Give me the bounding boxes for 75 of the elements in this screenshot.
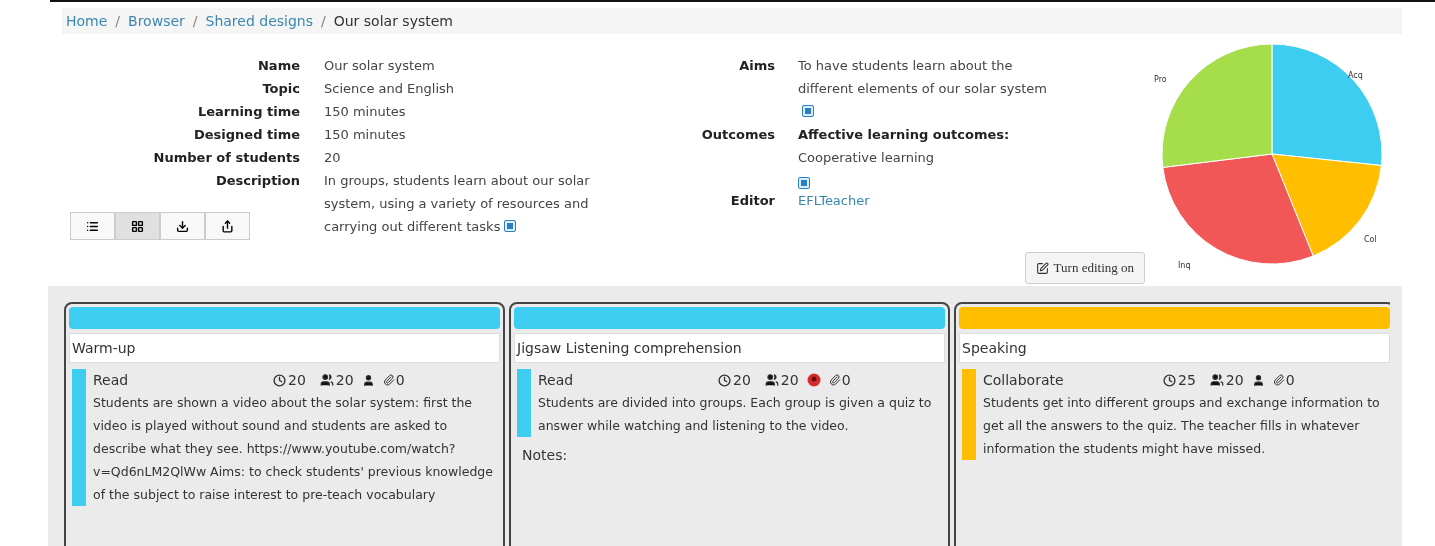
turn-editing-on-button[interactable]: Turn editing on	[1024, 252, 1145, 284]
share-icon	[221, 219, 234, 233]
detail-value: In groups, students learn about our solar system, using a variety of resources and carrying out different tasks	[324, 172, 591, 236]
detail-label: Topic	[261, 80, 300, 98]
activity-description: Students get into different groups and exchange information to get all the answers to the quiz. The teacher fills in whatever information the students might have missed.	[983, 394, 1381, 458]
group-icon	[764, 373, 779, 387]
paperclip-icon	[382, 374, 395, 386]
activity-description: Students are shown a video about the solar system: first the video is played without sound and students are asked to describe what they see. https://www.youtube.com/watch?v=Qd6nLM2QlWw Aims: to check students' previous knowledge of the subject to raise interest to pre-teach vocabulary	[93, 394, 494, 504]
detail-value: Our solar system	[324, 57, 436, 75]
breadcrumb-separator: /	[192, 11, 198, 31]
paperclip-icon	[1272, 374, 1285, 386]
expand-icon[interactable]	[802, 105, 814, 117]
detail-label: Designed time	[192, 126, 300, 144]
grid-icon	[131, 219, 144, 233]
group-icon	[1209, 373, 1224, 387]
clock-icon	[273, 373, 286, 387]
activity-type: Read	[538, 370, 575, 390]
status-badge-icon	[806, 373, 821, 387]
resource-count: 0	[1285, 370, 1295, 390]
view-button[interactable]	[70, 212, 115, 240]
view-button[interactable]	[115, 212, 160, 240]
detail-label: Learning time	[196, 103, 300, 121]
view-button[interactable]	[160, 212, 205, 240]
clock-icon	[718, 373, 731, 387]
edit-icon	[1035, 261, 1049, 275]
group-value: 20	[335, 370, 354, 390]
detail-value: 150 minutes	[324, 103, 407, 121]
group-value: 20	[1225, 370, 1244, 390]
editor-link[interactable]: EFLTeacher	[798, 189, 870, 212]
paperclip-icon	[828, 374, 841, 386]
notes-label: Notes:	[522, 446, 569, 465]
breadcrumb-current: Our solar system	[333, 11, 453, 31]
detail-value: 150 minutes	[324, 126, 407, 144]
detail-label: Description	[214, 172, 300, 190]
expand-icon[interactable]	[798, 177, 810, 189]
detail-label: Name	[257, 57, 300, 75]
time-value: 20	[733, 370, 751, 390]
outcome-value: Cooperative learning	[798, 149, 936, 167]
outcome-heading: Affective learning outcomes:	[798, 126, 1011, 144]
card-title-field[interactable]: Speaking	[959, 333, 1390, 363]
clock-icon	[1163, 373, 1176, 387]
detail-value: Science and English	[324, 80, 456, 98]
activity-type: Collaborate	[983, 370, 1065, 390]
pie-label: Acq	[1348, 70, 1363, 82]
view-button[interactable]	[205, 212, 250, 240]
detail-label: Aims	[738, 57, 775, 75]
group-icon	[319, 373, 334, 387]
breadcrumb-link[interactable]: Home	[66, 10, 108, 32]
breadcrumb-separator: /	[115, 11, 121, 31]
person-icon	[361, 373, 375, 387]
time-value: 25	[1178, 370, 1196, 390]
breadcrumb-link[interactable]: Shared designs	[205, 10, 313, 32]
download-icon	[176, 219, 189, 233]
breadcrumb-link[interactable]: Browser	[128, 10, 185, 32]
resource-count: 0	[395, 370, 405, 390]
detail-value: To have students learn about the different elements of our solar system	[798, 54, 1058, 123]
detail-label: Outcomes	[700, 126, 775, 144]
pie-label: Inq	[1178, 260, 1191, 272]
activity-description: Students are divided into groups. Each group is given a quiz to answer while watching and listening to the video.	[538, 394, 933, 435]
activity-stripe	[517, 369, 531, 437]
card-title-field[interactable]: Jigsaw Listening comprehension	[514, 333, 945, 363]
time-value: 20	[288, 370, 306, 390]
card-title-field[interactable]: Warm-up	[69, 333, 500, 363]
list-icon	[86, 219, 99, 233]
breadcrumb-separator: /	[321, 11, 326, 31]
resource-count: 0	[841, 370, 851, 390]
expand-icon[interactable]	[504, 220, 517, 232]
group-value: 20	[780, 370, 799, 390]
pie-label: Pro	[1154, 74, 1167, 86]
person-icon	[1251, 373, 1265, 387]
detail-value: 20	[324, 149, 342, 167]
activity-type: Read	[93, 370, 130, 390]
pie-label: Col	[1364, 234, 1377, 246]
detail-label: Number of students	[152, 149, 300, 167]
detail-label: Editor	[729, 192, 775, 210]
